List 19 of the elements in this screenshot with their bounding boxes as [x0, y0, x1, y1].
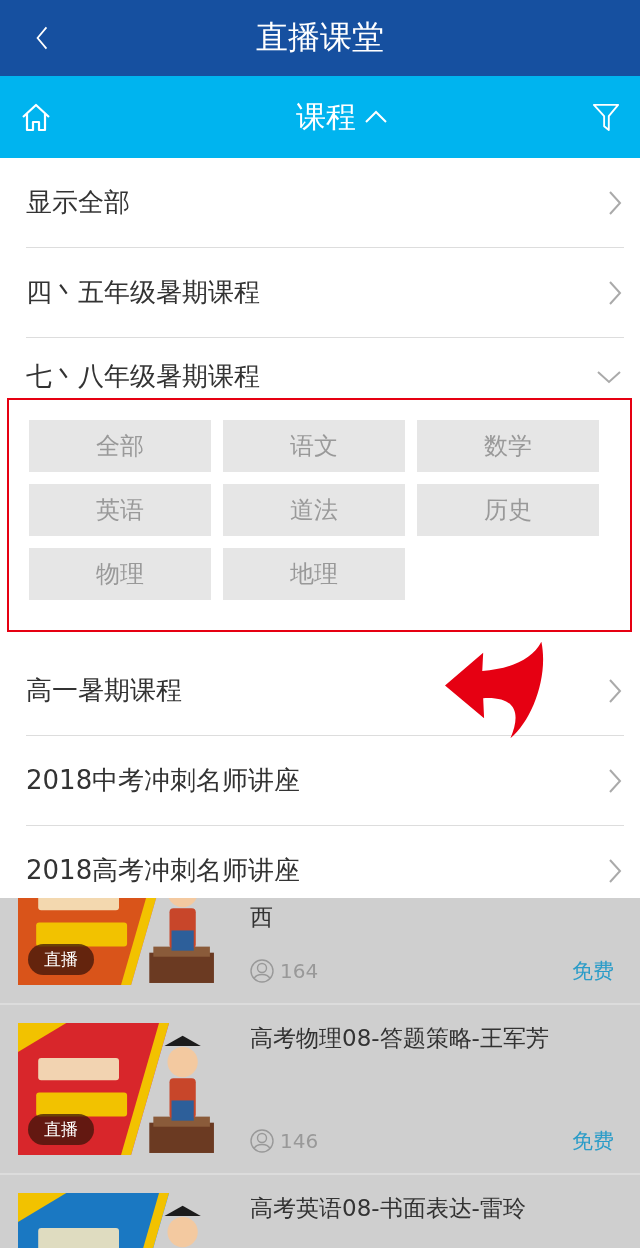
- price-label: 免费: [572, 1128, 614, 1155]
- menu-item[interactable]: 高一暑期课程: [26, 646, 624, 736]
- menu-item[interactable]: 2018中考冲刺名师讲座: [26, 736, 624, 826]
- person-icon: [250, 1129, 274, 1153]
- screen-title: 直播课堂: [256, 17, 384, 58]
- person-icon: [250, 959, 274, 983]
- menu-item[interactable]: 四丶五年级暑期课程: [26, 248, 624, 338]
- live-badge: 直播: [28, 1114, 94, 1145]
- course-card[interactable]: 高考英语08-书面表达-雷玲: [0, 1175, 640, 1248]
- filter-icon[interactable]: [592, 101, 620, 133]
- price-label: 免费: [572, 958, 614, 985]
- course-title: 高考物理08-答题策略-王军芳: [250, 1024, 550, 1053]
- menu-item[interactable]: 显示全部: [26, 158, 624, 248]
- menu-item[interactable]: 七丶八年级暑期课程: [26, 338, 624, 398]
- live-badge: 直播: [28, 944, 94, 975]
- course-title: 高考英语08-书面表达-雷玲: [250, 1194, 527, 1223]
- course-title: 西: [250, 903, 274, 932]
- back-icon[interactable]: [34, 24, 50, 52]
- home-icon[interactable]: [20, 101, 52, 133]
